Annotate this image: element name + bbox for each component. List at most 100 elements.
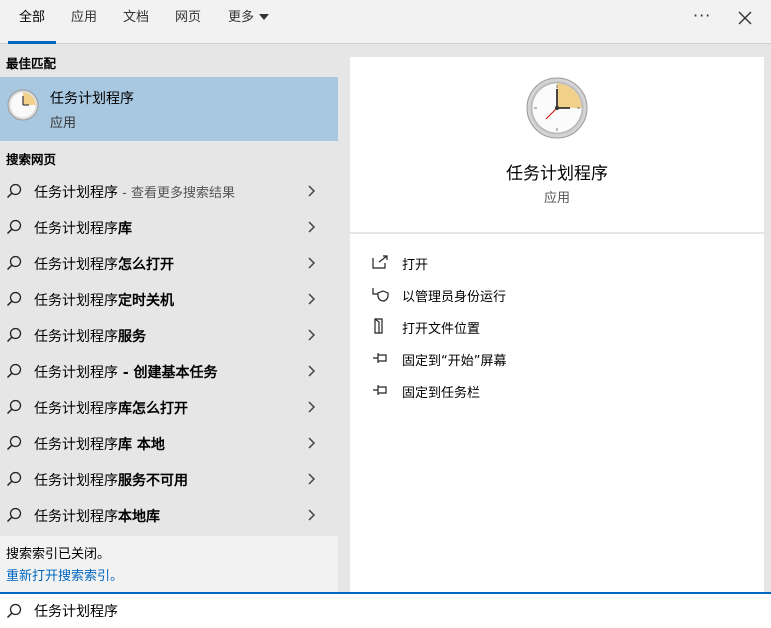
web-result-suggestion: - 创建基本任务 [118, 365, 218, 381]
pin-icon [373, 353, 387, 363]
web-result-text: 任务计划程序服务 [34, 326, 146, 346]
web-result-suggestion: 定时关机 [118, 293, 174, 309]
web-search-header: 搜索网页 [6, 152, 57, 167]
web-result-suggestion: 怎么打开 [118, 257, 174, 273]
web-result-item[interactable]: 任务计划程序本地库 [0, 497, 338, 533]
chevron-right-icon [308, 257, 316, 269]
web-result-text: 任务计划程序 - 查看更多搜索结果 [34, 182, 235, 202]
web-result-query: 任务计划程序 [34, 509, 118, 525]
chevron-right-icon [308, 185, 316, 197]
chevron-right-icon [308, 473, 316, 485]
search-icon [6, 507, 22, 523]
web-result-text: 任务计划程序怎么打开 [34, 254, 174, 274]
open-action[interactable]: 打开 [372, 250, 752, 276]
web-result-item[interactable]: 任务计划程序 - 创建基本任务 [0, 353, 338, 389]
best-match-item[interactable]: 任务计划程序 应用 [0, 77, 338, 141]
chevron-right-icon [308, 221, 316, 233]
open-file-location-action[interactable]: 打开文件位置 [372, 314, 752, 340]
search-box [0, 592, 771, 628]
chevron-right-icon [308, 509, 316, 521]
pin-to-start-label: 固定到“开始”屏幕 [402, 354, 507, 369]
web-result-text: 任务计划程序库 [34, 218, 132, 238]
web-result-text: 任务计划程序库 本地 [34, 434, 165, 454]
close-icon[interactable] [737, 10, 753, 26]
search-input[interactable] [34, 599, 734, 623]
web-result-item[interactable]: 任务计划程序定时关机 [0, 281, 338, 317]
web-result-query: 任务计划程序 [34, 401, 118, 417]
web-result-item[interactable]: 任务计划程序库 本地 [0, 425, 338, 461]
web-result-suggestion: 库怎么打开 [118, 401, 188, 417]
open-action-label: 打开 [402, 258, 429, 273]
web-result-text: 任务计划程序本地库 [34, 506, 160, 526]
run-as-admin-action[interactable]: 以管理员身份运行 [372, 282, 752, 308]
web-result-suggestion: 本地库 [118, 509, 160, 525]
tab-more-label: 更多 [228, 10, 255, 25]
search-icon [6, 363, 22, 379]
more-options-button[interactable]: ··· [693, 6, 711, 25]
web-result-item[interactable]: 任务计划程序 - 查看更多搜索结果 [0, 173, 338, 209]
best-match-header: 最佳匹配 [6, 56, 57, 71]
web-result-query: 任务计划程序 [34, 473, 118, 489]
web-result-suggestion: 库 本地 [118, 437, 165, 453]
app-type: 应用 [543, 191, 570, 206]
shield-icon [372, 288, 389, 302]
search-icon [6, 603, 22, 619]
web-result-text: 任务计划程序库怎么打开 [34, 398, 188, 418]
web-result-suggestion: - 查看更多搜索结果 [118, 186, 235, 201]
chevron-right-icon [308, 365, 316, 377]
app-actions-card: 打开 以管理员身份运行 打开文件位置 固定到“开始”屏幕 固定到任务栏 [350, 234, 764, 592]
chevron-right-icon [308, 401, 316, 413]
web-result-suggestion: 库 [118, 221, 132, 237]
tab-documents[interactable]: 文档 [123, 0, 149, 44]
web-result-item[interactable]: 任务计划程序服务不可用 [0, 461, 338, 497]
web-result-text: 任务计划程序定时关机 [34, 290, 174, 310]
tab-apps[interactable]: 应用 [71, 0, 97, 44]
web-result-query: 任务计划程序 [34, 221, 118, 237]
web-result-suggestion: 服务不可用 [118, 473, 188, 489]
search-icon [6, 183, 22, 199]
results-panel: 最佳匹配 任务计划程序 应用 搜索网页 任务计划程序 - 查看更多搜索结果 任务计… [0, 45, 338, 592]
reopen-index-link[interactable]: 重新打开搜索索引。 [6, 565, 123, 584]
tab-web[interactable]: 网页 [175, 0, 201, 44]
web-result-query: 任务计划程序 [34, 185, 118, 201]
chevron-right-icon [308, 293, 316, 305]
index-status-text: 搜索索引已关闭。 [6, 547, 111, 562]
web-result-text: 任务计划程序服务不可用 [34, 470, 188, 490]
tab-more[interactable]: 更多 [228, 0, 270, 44]
pin-to-start-action[interactable]: 固定到“开始”屏幕 [372, 346, 752, 372]
web-result-query: 任务计划程序 [34, 437, 118, 453]
web-result-query: 任务计划程序 [34, 293, 118, 309]
search-icon [6, 435, 22, 451]
detail-panel: 任务计划程序 应用 打开 以管理员身份运行 打开文件位置 固定到“开始”屏幕 固… [338, 45, 771, 592]
open-icon [372, 255, 388, 269]
search-icon [6, 255, 22, 271]
pin-to-taskbar-label: 固定到任务栏 [402, 386, 481, 401]
clock-icon [526, 77, 588, 139]
pin-to-taskbar-action[interactable]: 固定到任务栏 [372, 378, 752, 404]
file-location-icon [374, 318, 383, 334]
web-result-query: 任务计划程序 [34, 257, 118, 273]
web-result-text: 任务计划程序 - 创建基本任务 [34, 362, 218, 382]
search-tabs-bar: 全部 应用 文档 网页 更多 ··· [0, 0, 771, 44]
pin-icon [373, 385, 387, 395]
web-result-item[interactable]: 任务计划程序服务 [0, 317, 338, 353]
search-icon [6, 399, 22, 415]
web-result-query: 任务计划程序 [34, 329, 118, 345]
best-match-title: 任务计划程序 [50, 91, 134, 107]
web-result-item[interactable]: 任务计划程序库怎么打开 [0, 389, 338, 425]
index-status-area: 搜索索引已关闭。 重新打开搜索索引。 [0, 536, 338, 592]
chevron-right-icon [308, 437, 316, 449]
web-result-item[interactable]: 任务计划程序怎么打开 [0, 245, 338, 281]
tab-all[interactable]: 全部 [7, 0, 57, 44]
chevron-down-icon [259, 13, 270, 20]
chevron-right-icon [308, 329, 316, 341]
search-icon [6, 219, 22, 235]
web-result-suggestion: 服务 [118, 329, 146, 345]
search-icon [6, 327, 22, 343]
search-icon [6, 291, 22, 307]
web-result-query: 任务计划程序 [34, 365, 118, 381]
open-file-location-label: 打开文件位置 [402, 322, 481, 337]
best-match-subtitle: 应用 [50, 116, 77, 131]
search-icon [6, 471, 22, 487]
web-result-item[interactable]: 任务计划程序库 [0, 209, 338, 245]
